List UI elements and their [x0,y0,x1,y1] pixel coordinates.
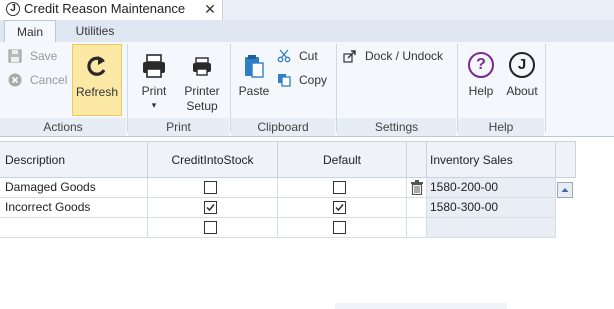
group-label-clipboard: Clipboard [231,118,335,136]
inventory-sales-account-cell: 1580-300-00 [427,198,556,218]
save-icon [8,49,22,63]
group-divider [545,44,546,132]
tab-main[interactable]: Main [4,20,56,43]
delete-cell [407,218,427,238]
help-label: Help [468,84,494,98]
checkmark-icon [206,204,215,212]
ribbon-tab-strip: Main Utilities [0,20,614,43]
cancel-icon [8,73,22,87]
cut-label: Cut [299,49,318,63]
credit-into-stock-checkbox[interactable] [204,221,217,234]
window-title: Credit Reason Maintenance [24,1,186,16]
description-cell[interactable] [0,218,148,238]
group-print: Print ▾ Printer Setup Print [128,42,229,136]
document-tab[interactable]: J Credit Reason Maintenance ✕ [0,0,223,20]
cancel-label: Cancel [30,73,68,87]
column-header-default[interactable]: Default [278,142,407,178]
printer-icon [143,54,165,78]
about-icon: J [509,52,535,78]
column-header-description[interactable]: Description [0,142,148,178]
credit-into-stock-checkbox[interactable] [204,201,217,214]
cut-button[interactable]: Cut [277,46,333,66]
default-checkbox[interactable] [333,221,346,234]
column-header-credit-into-stock[interactable]: CreditIntoStock [148,142,278,178]
cancel-button[interactable]: Cancel [8,70,78,90]
dock-undock-button[interactable]: Dock / Undock [343,46,453,66]
group-help: ? Help J About Help [458,42,544,136]
save-button[interactable]: Save [8,46,78,66]
group-label-actions: Actions [0,118,126,136]
group-label-help: Help [458,118,544,136]
help-icon: ? [468,52,494,78]
column-header-inventory-sales-account[interactable]: Inventory Sales Account [427,142,556,203]
copy-icon [278,74,291,87]
credit-into-stock-checkbox[interactable] [204,181,217,194]
checkmark-icon [335,204,344,212]
group-actions: Save Cancel Refresh Actions [0,42,126,136]
trash-icon[interactable] [410,180,424,195]
save-label: Save [30,49,58,63]
description-cell[interactable]: Damaged Goods [0,178,148,198]
printer-setup-button[interactable]: Printer Setup [178,44,226,116]
scroll-up-button[interactable] [557,182,573,198]
table-row[interactable]: Damaged Goods 1580-200-00 [0,178,576,198]
window-tab-bar: J Credit Reason Maintenance ✕ [0,0,614,21]
dock-icon [343,50,356,63]
default-checkbox[interactable] [333,181,346,194]
about-button[interactable]: J About [502,44,542,116]
refresh-icon [87,56,106,76]
table-row[interactable]: Incorrect Goods 1580-300-00 [0,198,576,218]
table-row-new[interactable] [0,218,576,238]
group-label-settings: Settings [337,118,456,136]
help-button[interactable]: ? Help [462,44,500,116]
paste-button[interactable]: Paste [235,44,273,116]
printer-setup-icon [193,57,211,76]
column-header-delete [407,142,427,178]
default-cell [278,218,407,238]
dock-undock-label: Dock / Undock [365,49,444,63]
printer-setup-label-line1: Printer [184,84,220,98]
about-label: About [506,84,538,98]
default-cell [278,178,407,198]
scroll-up-icon [561,188,569,192]
paste-icon [245,55,264,78]
cut-icon [277,49,291,63]
column-header-scroll [556,142,576,178]
credit-into-stock-cell [148,218,278,238]
ribbon: Save Cancel Refresh Actions Print ▾ Prin… [0,42,614,137]
tab-utilities[interactable]: Utilities [62,20,128,42]
credit-into-stock-cell [148,178,278,198]
footer-strip [335,303,507,309]
credit-into-stock-cell [148,198,278,218]
paste-label: Paste [238,84,270,98]
default-cell [278,198,407,218]
refresh-label: Refresh [75,85,119,99]
printer-setup-label-line2: Setup [186,99,218,113]
description-cell[interactable]: Incorrect Goods [0,198,148,218]
delete-cell [407,198,427,218]
close-icon[interactable]: ✕ [203,1,217,17]
copy-label: Copy [299,73,328,87]
print-dropdown-arrow[interactable]: ▾ [132,99,176,111]
default-checkbox[interactable] [333,201,346,214]
grid-header: Description CreditIntoStock Default Inve… [0,141,576,203]
print-label: Print [141,84,167,98]
app-logo-icon: J [6,2,20,16]
inventory-sales-account-cell: 1580-200-00 [427,178,556,198]
group-label-print: Print [128,118,229,136]
delete-cell [407,178,427,198]
group-clipboard: Paste Cut Copy Clipboard [231,42,335,136]
copy-button[interactable]: Copy [277,70,333,90]
print-button[interactable]: Print ▾ [132,44,176,116]
inventory-sales-account-cell [427,218,556,238]
refresh-button[interactable]: Refresh [72,44,122,116]
group-settings: Dock / Undock Settings [337,42,456,136]
